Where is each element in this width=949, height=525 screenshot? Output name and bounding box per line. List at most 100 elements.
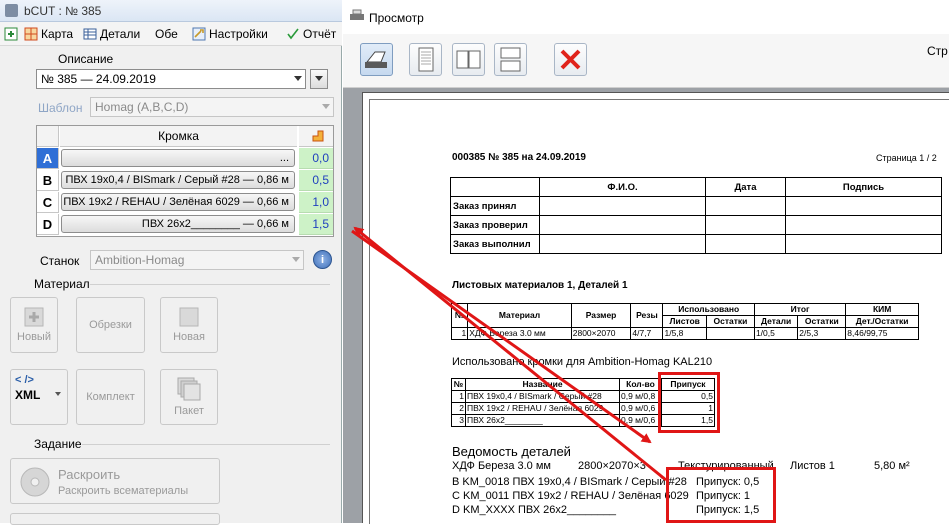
toolbar-parts[interactable]: Детали bbox=[83, 26, 140, 42]
new-material-button[interactable]: Новый bbox=[10, 297, 58, 353]
page-label: Стр bbox=[927, 44, 948, 58]
cell: ХДФ Береза 3.0 мм bbox=[467, 327, 572, 340]
order-combo[interactable]: № 385 — 24.09.2019 bbox=[36, 69, 306, 89]
edge-select-button[interactable]: ПВХ 19x2 / REHAU / Зелёная 6029 — 0,66 м bbox=[61, 193, 295, 211]
packet-label: Пакет bbox=[174, 405, 204, 417]
col-subheader: Детали bbox=[753, 315, 799, 328]
export-icon[interactable] bbox=[4, 26, 18, 42]
next-task-button[interactable] bbox=[10, 513, 220, 525]
edges-used-title: Использовано кромки для Ambition-Homag K… bbox=[452, 356, 713, 368]
close-preview-button[interactable] bbox=[554, 43, 587, 76]
new-material-label: Новый bbox=[17, 331, 51, 343]
info-icon: i bbox=[320, 253, 325, 266]
edge-row-a[interactable]: A ... 0,0 bbox=[37, 148, 333, 169]
kit-button[interactable]: Комплект bbox=[76, 369, 145, 425]
left-window-title: bCUT : № 385 bbox=[24, 4, 102, 18]
left-title-bar: bCUT : № 385 bbox=[0, 0, 342, 22]
doc-page-number: Страница 1 / 2 bbox=[876, 153, 937, 163]
cell: ПВХ 26x2________ bbox=[465, 414, 620, 427]
cell: 0,9 м/0,6 bbox=[619, 402, 662, 415]
col-header: Итог bbox=[753, 303, 847, 316]
col-header: Размер bbox=[570, 303, 632, 328]
cell: 8,46/99,75 bbox=[845, 327, 919, 340]
new-sheet-button[interactable]: Новая bbox=[160, 297, 218, 353]
edge-select-button[interactable]: ПВХ 19x0,4 / BISmark / Серый #28 — 0,86 … bbox=[61, 171, 295, 189]
cell: 1/5,8 bbox=[662, 327, 707, 340]
new-sheet-label: Новая bbox=[173, 331, 205, 343]
cell: 0,9 м/0,6 bbox=[619, 414, 662, 427]
edge-allowance[interactable]: 0,5 bbox=[299, 170, 333, 191]
xml-label: XML bbox=[15, 388, 41, 402]
offcuts-button[interactable]: Обрезки bbox=[76, 297, 145, 353]
parts-edges-list: B KM_0018 ПВХ 19x0,4 / BISmark / Серый #… bbox=[452, 476, 690, 516]
chevron-down-icon bbox=[315, 76, 323, 81]
col-header: Материал bbox=[467, 303, 572, 328]
toolbar-settings[interactable]: Настройки bbox=[192, 26, 268, 42]
col-header: Резы bbox=[630, 303, 664, 328]
order-dropdown-button[interactable] bbox=[310, 69, 328, 89]
machine-info-button[interactable]: i bbox=[313, 250, 332, 269]
edge-allowance[interactable]: 1,0 bbox=[299, 192, 333, 213]
order-combo-value: № 385 — 24.09.2019 bbox=[41, 72, 156, 86]
col-header: № bbox=[450, 303, 469, 328]
toolbar-settings-label: Настройки bbox=[209, 27, 268, 41]
preview-toolbar: Стр bbox=[343, 34, 949, 88]
template-combo-value: Homag (A,B,C,D) bbox=[95, 100, 189, 114]
add-sheet-icon bbox=[24, 307, 44, 327]
sig-header: Ф.И.О. bbox=[539, 177, 706, 197]
parts-size: 2800×2070×3 bbox=[578, 460, 646, 472]
col-subheader: Остатки bbox=[705, 315, 755, 328]
edge-row-c[interactable]: C ПВХ 19x2 / REHAU / Зелёная 6029 — 0,66… bbox=[37, 192, 333, 213]
parts-sheets: Листов 1 bbox=[790, 460, 835, 472]
col-header: № bbox=[451, 378, 466, 391]
printer-icon bbox=[350, 9, 364, 20]
edge-letter: B bbox=[37, 170, 59, 191]
print-button[interactable] bbox=[360, 43, 393, 76]
machine-label: Станок bbox=[40, 254, 80, 268]
chevron-down-icon bbox=[292, 257, 300, 262]
divider bbox=[82, 444, 330, 445]
edge-row-d[interactable]: D ПВХ 26x2________ — 0,66 м 1,5 bbox=[37, 214, 333, 235]
col-header: Кол-во bbox=[619, 378, 662, 391]
machine-combo[interactable]: Ambition-Homag bbox=[90, 250, 304, 270]
edge-allowance[interactable]: 0,0 bbox=[299, 148, 333, 169]
cell: 2/5,3 bbox=[797, 327, 847, 340]
parts-edge-line: B KM_0018 ПВХ 19x0,4 / BISmark / Серый #… bbox=[452, 476, 687, 488]
col-subheader: Остатки bbox=[797, 315, 847, 328]
parts-area: 5,80 м² bbox=[874, 460, 910, 472]
col-header: Название bbox=[465, 378, 620, 391]
col-header: Использовано bbox=[662, 303, 755, 316]
preview-title-bar: Просмотр bbox=[343, 0, 949, 34]
cell: 3 bbox=[451, 414, 466, 427]
edge-letter: C bbox=[37, 192, 59, 213]
edge-row-b[interactable]: B ПВХ 19x0,4 / BISmark / Серый #28 — 0,8… bbox=[37, 170, 333, 191]
annotation-box-table bbox=[658, 372, 720, 433]
description-label: Описание bbox=[58, 52, 114, 66]
edge-allowance[interactable]: 1,5 bbox=[299, 214, 333, 235]
parts-list-title: Ведомость деталей bbox=[452, 444, 571, 459]
sig-header: Дата bbox=[705, 177, 786, 197]
toolbar-both-label: Обе bbox=[155, 27, 178, 41]
app-icon bbox=[5, 4, 18, 17]
cut-button[interactable]: Раскроить Раскроить всематериалы bbox=[10, 458, 220, 504]
left-toolbar: Карта Детали Обе Настройки Отчёт bbox=[0, 22, 342, 46]
edge-select-button[interactable]: ... bbox=[61, 149, 295, 167]
single-page-icon bbox=[418, 47, 434, 72]
xml-button[interactable]: < /> XML bbox=[10, 369, 68, 425]
single-page-button[interactable] bbox=[409, 43, 442, 76]
edge-select-button[interactable]: ПВХ 26x2________ — 0,66 м bbox=[61, 215, 295, 233]
multi-page-button[interactable] bbox=[494, 43, 527, 76]
toolbar-both[interactable]: Обе bbox=[155, 26, 178, 42]
close-icon bbox=[560, 49, 581, 70]
toolbar-report[interactable]: Отчёт bbox=[286, 26, 336, 42]
sig-row-label: Заказ выполнил bbox=[450, 234, 540, 254]
xml-dropdown-icon[interactable] bbox=[55, 392, 61, 396]
material-section-title: Материал bbox=[34, 277, 90, 291]
kit-label: Комплект bbox=[86, 391, 135, 403]
template-combo[interactable]: Homag (A,B,C,D) bbox=[90, 97, 334, 117]
sig-header: Подпись bbox=[785, 177, 942, 197]
packet-button[interactable]: Пакет bbox=[160, 369, 218, 425]
toolbar-map[interactable]: Карта bbox=[24, 26, 73, 42]
two-pages-button[interactable] bbox=[452, 43, 485, 76]
parts-edge-line: D KM_XXXX ПВХ 26x2________ bbox=[452, 504, 616, 516]
